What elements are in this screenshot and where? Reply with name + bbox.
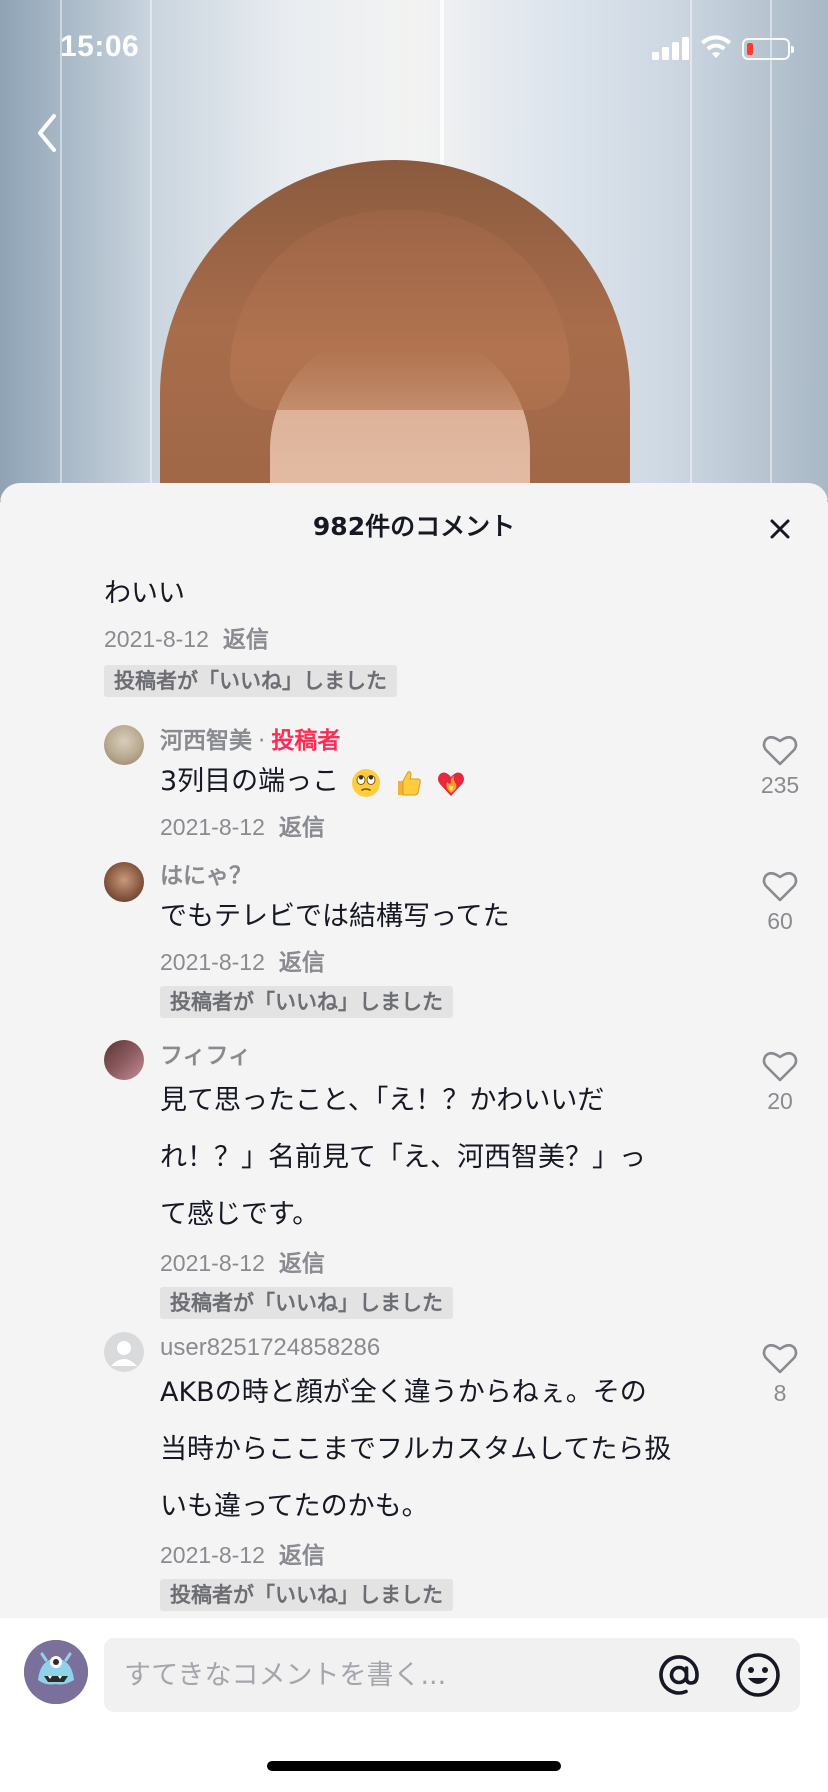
wifi-icon <box>701 35 731 58</box>
avatar[interactable] <box>104 1332 144 1372</box>
comment-meta: 2021-8-12 返信 <box>104 619 724 659</box>
comment-date: 2021-8-12 <box>160 814 265 840</box>
back-chevron-icon[interactable] <box>30 108 66 158</box>
heart-icon <box>762 1051 798 1082</box>
comment-sheet-header: 982件のコメント <box>0 483 828 561</box>
comment-username[interactable]: フィフィ <box>160 1040 740 1072</box>
my-avatar[interactable] <box>24 1640 88 1704</box>
rolling-eyes-icon <box>351 768 380 797</box>
heart-icon <box>762 735 798 766</box>
reply-button[interactable]: 返信 <box>279 1251 325 1277</box>
comment-item: わいい 2021-8-12 返信 投稿者が「いいね」しました <box>104 569 724 697</box>
comment-text: 3列目の端っこ <box>160 757 740 807</box>
like-count: 8 <box>773 1380 787 1406</box>
heart-icon <box>762 1343 798 1374</box>
reply-button[interactable]: 返信 <box>279 815 325 841</box>
home-indicator <box>267 1761 561 1771</box>
comment-date: 2021-8-12 <box>104 626 209 652</box>
comment-meta: 2021-8-12 返信 <box>160 1243 740 1283</box>
comment-date: 2021-8-12 <box>160 949 265 975</box>
like-button[interactable]: 235 <box>748 732 812 799</box>
creator-liked-badge: 投稿者が「いいね」しました <box>160 1579 453 1611</box>
reply-button[interactable]: 返信 <box>223 627 269 653</box>
comment-text-line: 見て思ったこと、「え！？かわいいだ <box>160 1085 605 1116</box>
mention-at-icon[interactable] <box>656 1652 702 1698</box>
like-button[interactable]: 60 <box>748 868 812 935</box>
comment-text: 見て思ったこと、「え！？かわいいだ れ！？」名前見て「え、河西智美？」っ て感じ… <box>160 1072 740 1243</box>
like-count: 20 <box>767 1088 793 1114</box>
comment-text-line: 当時からここまでフルカスタムしてたら扱 <box>160 1434 672 1465</box>
heart-on-fire-icon <box>437 772 464 796</box>
comment-username[interactable]: user8251724858286 <box>160 1332 740 1364</box>
avatar[interactable] <box>104 862 144 902</box>
comment-text-line: て感じです。 <box>160 1199 320 1230</box>
like-count: 235 <box>760 772 800 798</box>
reply-button[interactable]: 返信 <box>279 1543 325 1569</box>
comment-text-line: れ！？」名前見て「え、河西智美？」っ <box>160 1142 646 1173</box>
battery-level <box>747 43 753 55</box>
comment-text: でもテレビでは結構写ってた <box>160 901 510 932</box>
creator-liked-badge: 投稿者が「いいね」しました <box>104 665 397 697</box>
default-user-icon <box>111 1341 137 1366</box>
creator-liked-badge: 投稿者が「いいね」しました <box>160 986 453 1018</box>
comment-meta: 2021-8-12 返信 <box>160 1535 740 1575</box>
comment-text-line: いも違ってたのかも。 <box>160 1491 429 1522</box>
creator-liked-badge: 投稿者が「いいね」しました <box>160 1287 453 1319</box>
reply-button[interactable]: 返信 <box>279 950 325 976</box>
comment-date: 2021-8-12 <box>160 1542 265 1568</box>
username-separator: · <box>258 728 266 754</box>
comment-text: わいい <box>104 578 185 609</box>
comment-username[interactable]: 河西智美 · 投稿者 <box>160 725 740 757</box>
comment-item: はにゃ？ でもテレビでは結構写ってた 2021-8-12 返信 投稿者が「いいね」… <box>160 860 740 1018</box>
thumbs-up-icon <box>398 770 422 795</box>
status-time: 15:06 <box>60 30 140 63</box>
heart-icon <box>762 871 798 902</box>
comment-item: フィフィ 見て思ったこと、「え！？かわいいだ れ！？」名前見て「え、河西智美？」… <box>160 1040 740 1319</box>
monster-avatar-icon <box>24 1640 88 1704</box>
comment-item: 河西智美 · 投稿者 3列目の端っこ 2021-8-12 返信 <box>160 725 740 847</box>
comment-text: AKBの時と顔が全く違うからねぇ。その 当時からここまでフルカスタムしてたら扱 … <box>160 1364 740 1535</box>
comment-text-content: 3列目の端っこ <box>160 766 340 797</box>
comment-meta: 2021-8-12 返信 <box>160 807 740 847</box>
close-icon[interactable] <box>762 511 798 547</box>
status-bar: 15:06 <box>0 0 828 100</box>
avatar[interactable] <box>104 1040 144 1080</box>
comment-item: user8251724858286 AKBの時と顔が全く違うからねぇ。その 当時… <box>160 1332 740 1611</box>
like-count: 60 <box>767 908 793 934</box>
author-tag: 投稿者 <box>271 728 341 754</box>
like-button[interactable]: 20 <box>748 1048 812 1115</box>
comment-count-title: 982件のコメント <box>312 512 516 541</box>
comment-text-line: AKBの時と顔が全く違うからねぇ。その <box>160 1377 647 1408</box>
username-text: 河西智美 <box>160 728 252 754</box>
cellular-signal-icon <box>652 36 690 60</box>
like-button[interactable]: 8 <box>748 1340 812 1407</box>
avatar[interactable] <box>104 725 144 765</box>
battery-icon <box>742 38 794 60</box>
comment-username[interactable]: はにゃ？ <box>160 860 740 892</box>
comment-date: 2021-8-12 <box>160 1250 265 1276</box>
emoji-smile-icon[interactable] <box>735 1652 781 1698</box>
comment-meta: 2021-8-12 返信 <box>160 942 740 982</box>
